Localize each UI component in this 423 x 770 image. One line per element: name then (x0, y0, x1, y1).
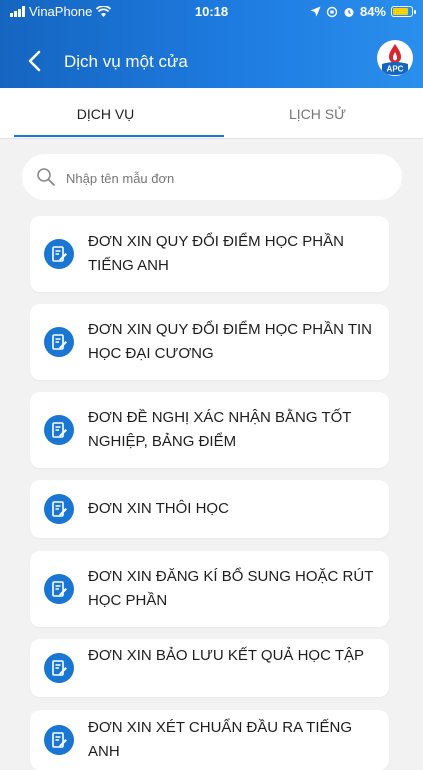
svg-text:APC: APC (387, 65, 404, 74)
form-item-label: ĐƠN XIN ĐĂNG KÍ BỔ SUNG HOẶC RÚT HỌC PHẦ… (88, 568, 374, 609)
edit-document-icon (44, 574, 74, 604)
form-item-label: ĐƠN XIN QUY ĐỔI ĐIỂM HỌC PHẦN TIẾNG ANH (88, 233, 344, 274)
orientation-lock-icon (326, 6, 338, 17)
battery-percent: 84% (359, 4, 386, 19)
search-icon (37, 168, 55, 186)
tab-active-indicator (14, 135, 224, 137)
tab-services[interactable]: DỊCH VỤ (0, 88, 211, 138)
form-item-label: ĐƠN XIN QUY ĐỔI ĐIỂM HỌC PHẦN TIN HỌC ĐẠ… (88, 321, 373, 362)
back-button[interactable] (20, 46, 50, 76)
status-bar: VinaPhone 10:18 84% (0, 0, 423, 22)
chevron-left-icon (28, 50, 41, 72)
search-input[interactable] (64, 154, 388, 202)
tab-history[interactable]: LỊCH SỬ (212, 88, 423, 138)
tab-bar: DỊCH VỤ LỊCH SỬ (0, 88, 423, 139)
form-item[interactable]: ĐƠN XIN QUY ĐỔI ĐIỂM HỌC PHẦN TIẾNG ANH (30, 216, 389, 292)
school-logo[interactable]: APC (377, 40, 413, 76)
edit-document-icon (44, 653, 74, 683)
form-item[interactable]: ĐƠN XIN QUY ĐỔI ĐIỂM HỌC PHẦN TIN HỌC ĐẠ… (30, 304, 389, 380)
form-item[interactable]: ĐƠN XIN THÔI HỌC (30, 480, 389, 538)
form-item[interactable]: ĐƠN XIN ĐĂNG KÍ BỔ SUNG HOẶC RÚT HỌC PHẦ… (30, 551, 389, 627)
page-title: Dịch vụ một cửa (64, 52, 188, 71)
edit-document-icon (44, 725, 74, 755)
form-item[interactable]: ĐƠN XIN BẢO LƯU KẾT QUẢ HỌC TẬP (30, 639, 389, 697)
form-item-label: ĐƠN XIN XÉT CHUẨN ĐẦU RA TIẾNG ANH (88, 719, 353, 760)
form-item-label: ĐƠN XIN THÔI HỌC (88, 500, 229, 517)
form-item-label: ĐƠN ĐỀ NGHỊ XÁC NHẬN BẰNG TỐT NGHIỆP, BẢ… (88, 409, 352, 450)
nav-bar: Dịch vụ một cửa APC (0, 40, 423, 84)
apc-logo-icon: APC (378, 41, 412, 75)
edit-document-icon (44, 494, 74, 524)
search-box[interactable] (22, 154, 402, 202)
form-item-label: ĐƠN XIN BẢO LƯU KẾT QUẢ HỌC TẬP (88, 647, 365, 664)
battery-fill (393, 8, 408, 15)
form-item[interactable]: ĐƠN ĐỀ NGHỊ XÁC NHẬN BẰNG TỐT NGHIỆP, BẢ… (30, 392, 389, 468)
edit-document-icon (44, 327, 74, 357)
edit-document-icon (44, 415, 74, 445)
battery-icon (391, 6, 416, 17)
app-header: VinaPhone 10:18 84% Dịch vụ một cửa APC (0, 0, 423, 88)
status-right: 84% (310, 4, 416, 19)
location-icon (310, 6, 321, 17)
form-item[interactable]: ĐƠN XIN XÉT CHUẨN ĐẦU RA TIẾNG ANH (30, 710, 389, 770)
edit-document-icon (44, 239, 74, 269)
alarm-icon (344, 7, 354, 17)
